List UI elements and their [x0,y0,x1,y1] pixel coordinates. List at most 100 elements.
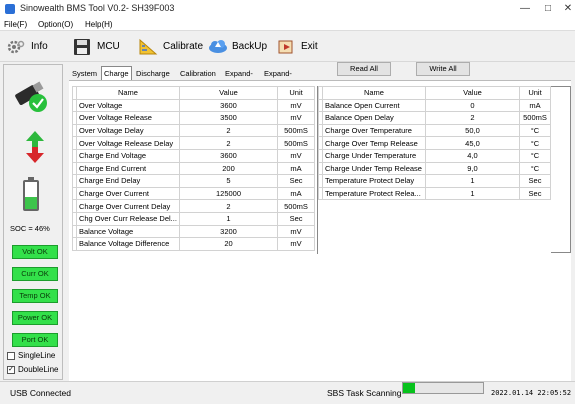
tab-expand-1[interactable]: Expand-1 [223,68,255,89]
battery-level [25,196,37,209]
tab-expand-2[interactable]: Expand-2 [262,68,294,89]
curr-status-indicator[interactable]: Curr OK [12,267,58,281]
param-name-cell: Temperature Protect Relea... [321,186,426,201]
gear-icon [6,38,28,56]
param-value-cell[interactable]: 1 [178,211,279,226]
param-unit-cell: Sec [519,174,551,188]
table-row[interactable]: Temperature Protect Relea... 1 Sec [318,186,551,201]
info-button[interactable]: Info [6,34,48,59]
mcu-label: MCU [97,41,120,52]
table-row[interactable]: Balance Voltage 3200 mV [72,224,315,239]
floppy-disk-icon [72,38,94,56]
param-name-cell: Charge Over Current [75,186,180,201]
charge-discharge-arrows-icon [22,131,48,165]
singleline-checkbox[interactable]: SingleLine [7,351,55,360]
menu-help[interactable]: Help(H) [85,20,113,29]
param-unit-cell: 500mS [277,123,315,138]
param-value-cell[interactable]: 3200 [178,224,279,239]
calibrate-label: Calibrate [163,41,204,52]
param-value-cell[interactable]: 0 [424,98,521,113]
minimize-icon[interactable]: — [518,2,532,16]
table-row[interactable]: Charge End Current 200 mA [72,161,315,176]
mcu-button[interactable]: MCU [72,34,120,59]
tab-discharge[interactable]: Discharge [134,68,172,79]
param-name-cell: Charge End Current [75,161,180,176]
toolbar: Info MCU Calibrate BackUp Exit [0,31,575,62]
table-row[interactable]: Over Voltage 3600 mV [72,98,315,113]
task-progress-bar [402,382,484,394]
table-row[interactable]: Charge Over Current Delay 2 500mS [72,199,315,213]
param-name-cell: Charge Over Temp Release [321,136,426,150]
param-value-cell[interactable]: 50,0 [424,123,521,138]
table-header-row: Name Value Unit [72,86,315,100]
tab-system[interactable]: System [70,68,99,79]
param-name-cell: Charge End Delay [75,174,180,188]
backup-button[interactable]: BackUp [207,34,267,59]
exit-label: Exit [301,41,318,52]
param-unit-cell: °C [519,148,551,163]
tab-charge[interactable]: Charge [101,66,132,80]
table-row[interactable]: Over Voltage Release 3500 mV [72,111,315,125]
param-value-cell[interactable]: 9,0 [424,161,521,176]
column-header-unit: Unit [519,86,551,100]
usb-status-text: USB Connected [10,388,71,398]
maximize-icon[interactable]: □ [541,2,555,16]
exit-icon [276,38,298,56]
param-value-cell[interactable]: 2 [178,199,279,213]
table-row[interactable]: Charge Over Current 125000 mA [72,186,315,201]
param-name-cell: Charge Under Temperature [321,148,426,163]
param-value-cell[interactable]: 3600 [178,98,279,113]
param-value-cell[interactable]: 2 [424,111,521,125]
table-row[interactable]: Over Voltage Delay 2 500mS [72,123,315,138]
param-unit-cell: mA [277,186,315,201]
param-name-cell: Charge Under Temp Release [321,161,426,176]
param-value-cell[interactable]: 3500 [178,111,279,125]
table-row[interactable]: Charge Over Temperature 50,0 °C [318,123,551,138]
param-name-cell: Balance Open Delay [321,111,426,125]
table-row[interactable]: Balance Voltage Difference 20 mV [72,237,315,251]
table-row[interactable]: Charge Under Temperature 4,0 °C [318,148,551,163]
param-name-cell: Balance Voltage [75,224,180,239]
table-row[interactable]: Temperature Protect Delay 1 Sec [318,174,551,188]
param-value-cell[interactable]: 1 [424,174,521,188]
volt-status-indicator[interactable]: Volt OK [12,245,58,259]
param-value-cell[interactable]: 45,0 [424,136,521,150]
table-row[interactable]: Charge Under Temp Release 9,0 °C [318,161,551,176]
close-icon[interactable]: ✕ [561,2,575,16]
param-value-cell[interactable]: 1 [424,186,521,201]
param-value-cell[interactable]: 4,0 [424,148,521,163]
power-status-indicator[interactable]: Power OK [12,311,58,325]
menu-option[interactable]: Option(O) [38,20,73,29]
port-status-indicator[interactable]: Port OK [12,333,58,347]
table-row[interactable]: Charge End Delay 5 Sec [72,174,315,188]
calibrate-button[interactable]: Calibrate [138,34,203,59]
menu-file[interactable]: File(F) [4,20,27,29]
checkbox-box[interactable]: ✓ [7,365,15,374]
table-row[interactable]: Balance Open Delay 2 500mS [318,111,551,125]
param-value-cell[interactable]: 20 [178,237,279,251]
param-value-cell[interactable]: 3600 [178,148,279,163]
table-row[interactable]: Chg Over Curr Release Del... 1 Sec [72,211,315,226]
table-row[interactable]: Charge End Voltage 3600 mV [72,148,315,163]
param-unit-cell: °C [519,161,551,176]
table-row[interactable]: Balance Open Current 0 mA [318,98,551,113]
status-bar: USB Connected SBS Task Scanning 2022.01.… [0,381,575,404]
param-value-cell[interactable]: 2 [178,123,279,138]
param-value-cell[interactable]: 200 [178,161,279,176]
table-row[interactable]: Over Voltage Release Delay 2 500mS [72,136,315,150]
exit-button[interactable]: Exit [276,34,318,59]
param-value-cell[interactable]: 125000 [178,186,279,201]
read-all-button[interactable]: Read All [337,62,391,76]
doubleline-checkbox[interactable]: ✓ DoubleLine [7,365,58,374]
param-value-cell[interactable]: 2 [178,136,279,150]
param-unit-cell: mV [277,237,315,251]
write-all-button[interactable]: Write All [416,62,470,76]
tab-calibration[interactable]: Calibration [178,68,218,79]
table-filler [551,86,571,253]
table-row[interactable]: Charge Over Temp Release 45,0 °C [318,136,551,150]
param-value-cell[interactable]: 5 [178,174,279,188]
param-name-cell: Over Voltage Delay [75,123,180,138]
param-name-cell: Over Voltage Release [75,111,180,125]
checkbox-box[interactable] [7,351,15,360]
temp-status-indicator[interactable]: Temp OK [12,289,58,303]
